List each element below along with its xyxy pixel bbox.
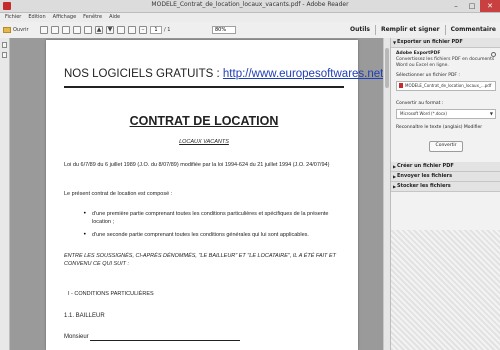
email-icon[interactable]	[73, 26, 81, 34]
convert-to-label: Convertir au format :	[396, 101, 444, 106]
heading-text: NOS LOGICIELS GRATUITS :	[64, 68, 223, 80]
scrollbar-thumb[interactable]	[385, 48, 389, 88]
collapsed-icon: ▶	[393, 174, 397, 179]
intro-text: Le présent contrat de location est compo…	[64, 191, 173, 197]
convert-format-select[interactable]: Microsoft Word (*.docx) ▼	[396, 109, 496, 119]
toolbar-tasks: Outils Remplir et signer Commentaire	[350, 25, 496, 35]
toolbar-icons: ▲ ▼ – +	[40, 26, 158, 34]
subsection-heading: 1.1. BAILLEUR	[64, 313, 105, 319]
menu-bar: Fichier Edition Affichage Fenêtre Aide	[0, 13, 500, 22]
window-title: MODELE_Contrat_de_location_locaux_vacant…	[151, 1, 349, 8]
export-pdf-header[interactable]: ▼ Exporter un fichier PDF	[391, 38, 500, 48]
export-pdf-title: Exporter un fichier PDF	[397, 39, 463, 45]
menu-fichier[interactable]: Fichier	[5, 13, 21, 22]
bullet-item-2: d'une seconde partie comprenant toutes l…	[92, 232, 309, 238]
file-name: MODELE_Contrat_de_location_locaux_...pdf	[405, 83, 492, 88]
website-link[interactable]: http://www.europesoftwares.net	[223, 68, 383, 80]
name-blank-line	[90, 334, 241, 341]
create-pdf-header[interactable]: ▶ Créer un fichier PDF	[391, 162, 500, 172]
collapsed-icon: ▶	[393, 184, 397, 189]
previous-page-icon[interactable]: ▲	[95, 26, 103, 34]
open-button[interactable]: Ouvrir	[3, 25, 29, 35]
toolbar: Ouvrir ▲ ▼ – + 1 / 1 80% Outils Remplir …	[0, 22, 500, 39]
contract-title: CONTRAT DE LOCATION	[129, 114, 279, 128]
monsieur-label: Monsieur	[64, 334, 89, 340]
adobe-exportpdf-description: Convertissez les fichiers PDF en documen…	[396, 57, 495, 68]
bullet-marker: •	[83, 231, 87, 238]
comment-icon[interactable]	[84, 26, 92, 34]
open-label: Ouvrir	[13, 27, 29, 33]
title-bar: MODELE_Contrat_de_location_locaux_vacant…	[0, 0, 500, 13]
pdf-page: NOS LOGICIELS GRATUITS : http://www.euro…	[46, 40, 383, 350]
zoom-select[interactable]: 80%	[212, 26, 236, 34]
contract-subtitle: LOCAUX VACANTS	[179, 139, 229, 145]
page-heading: NOS LOGICIELS GRATUITS : http://www.euro…	[64, 68, 383, 80]
create-pdf-title: Créer un fichier PDF	[397, 163, 454, 169]
tools-button[interactable]: Outils	[350, 25, 370, 35]
recognize-text-option[interactable]: Reconnaître le texte (anglais) Modifier	[396, 125, 496, 131]
bullet-item-1: d'une première partie comprenant toutes …	[92, 211, 329, 225]
selected-file[interactable]: MODELE_Contrat_de_location_locaux_...pdf	[396, 81, 496, 91]
maximize-button[interactable]: □	[464, 0, 480, 12]
adobe-reader-icon	[3, 2, 11, 10]
settings-icon[interactable]	[491, 52, 496, 57]
collapsed-icon: ▶	[393, 164, 397, 169]
page-thumbnails-icon[interactable]	[2, 42, 7, 48]
monsieur-line: Monsieur	[64, 333, 344, 341]
expanded-icon: ▼	[393, 40, 397, 45]
convert-format-value: Microsoft Word (*.docx)	[400, 111, 447, 116]
fill-sign-button[interactable]: Remplir et signer	[381, 25, 440, 35]
close-button[interactable]: ✕	[480, 0, 500, 12]
chevron-down-icon: ▼	[489, 111, 493, 116]
convert-button[interactable]: Convertir	[429, 141, 463, 152]
select-tool-icon[interactable]	[117, 26, 125, 34]
minimize-button[interactable]: –	[448, 0, 464, 12]
page-number-input[interactable]: 1	[150, 26, 162, 34]
vertical-scrollbar[interactable]	[383, 38, 390, 350]
save-icon[interactable]	[51, 26, 59, 34]
zoom-out-icon[interactable]: –	[139, 26, 147, 34]
print-icon[interactable]	[62, 26, 70, 34]
store-files-header[interactable]: ▶ Stocker les fichiers	[391, 182, 500, 192]
create-pdf-icon[interactable]	[40, 26, 48, 34]
panel-background-pattern	[391, 230, 500, 350]
folder-icon	[3, 27, 11, 33]
page-count: / 1	[164, 27, 171, 33]
menu-fenetre[interactable]: Fenêtre	[83, 13, 102, 22]
window-controls: – □ ✕	[448, 0, 500, 12]
store-files-title: Stocker les fichiers	[397, 183, 451, 189]
bullet-marker: •	[83, 210, 87, 217]
hand-tool-icon[interactable]	[128, 26, 136, 34]
attachments-icon[interactable]	[2, 52, 7, 58]
toolbar-divider	[444, 25, 446, 35]
law-reference: Loi du 6/7/89 du 6 juillet 1989 (J.O. du…	[64, 162, 330, 168]
export-pdf-body: Adobe ExportPDF Convertissez les fichier…	[391, 48, 500, 156]
send-files-title: Envoyer les fichiers	[397, 173, 453, 179]
document-view[interactable]: NOS LOGICIELS GRATUITS : http://www.euro…	[10, 38, 383, 350]
between-parties: ENTRE LES SOUSSIGNÉS, CI-APRÈS DÉNOMMÉS,…	[64, 253, 336, 267]
comment-button[interactable]: Commentaire	[451, 25, 496, 35]
section-heading: I - CONDITIONS PARTICULIÈRES	[68, 291, 154, 297]
pdf-file-icon	[399, 83, 403, 88]
send-files-header[interactable]: ▶ Envoyer les fichiers	[391, 172, 500, 182]
navigation-pane	[0, 38, 10, 350]
horizontal-rule	[64, 86, 344, 88]
menu-affichage[interactable]: Affichage	[53, 13, 77, 22]
toolbar-divider	[374, 25, 376, 35]
menu-edition[interactable]: Edition	[28, 13, 45, 22]
menu-aide[interactable]: Aide	[109, 13, 120, 22]
tasks-panel: ▼ Exporter un fichier PDF Adobe ExportPD…	[390, 38, 500, 350]
select-file-label: Sélectionner un fichier PDF :	[396, 73, 460, 78]
next-page-icon[interactable]: ▼	[106, 26, 114, 34]
